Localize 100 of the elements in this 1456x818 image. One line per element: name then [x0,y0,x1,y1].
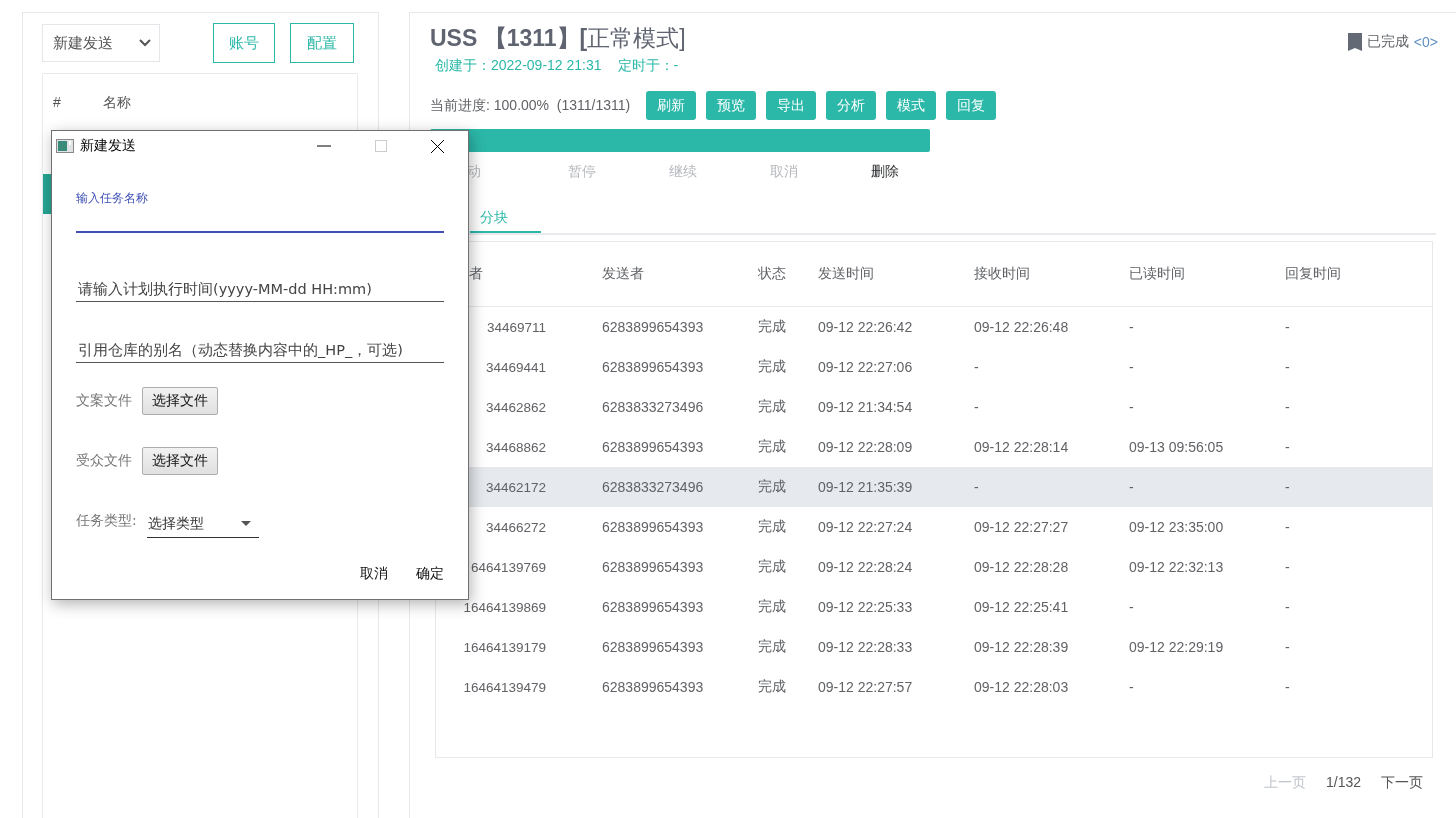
table-cell-text: 完成 [758,558,787,576]
table-cell-text: 09-12 22:28:14 [974,439,1070,455]
column-header: 者 [469,265,483,283]
column-header: # [53,94,62,112]
table-cell-text: 6283899654393 [602,439,705,455]
table-cell-text: 6283899654393 [602,319,705,335]
table-cell: 34469711 [486,319,546,335]
dialog-button[interactable]: 取消 [352,561,396,587]
table-cell-text: - [1129,319,1135,335]
type-dropdown[interactable]: 选择类型 [146,510,259,538]
table-cell: 16464139869 [463,599,546,615]
table-cell-text: 6283899654393 [602,599,705,615]
table-cell-text: 6283899654393 [602,359,705,375]
table-cell: 34468862 [485,439,546,455]
scheduled-time: 定时于：- [617,57,679,75]
table-cell: 34462862 [485,399,546,415]
table-cell-text: 09-12 21:35:39 [818,479,914,495]
table-cell: 34462172 [485,479,546,495]
table-row[interactable]: 16464139179 6283899654393 完成 09-12 22:28:33 09-12 22:28:39 09-12 22:29:19 - [436,627,1432,667]
table-cell: 34466272 [485,519,546,535]
chevron-down-icon [139,39,151,47]
table-cell-text: 完成 [758,398,787,416]
table-cell-text: 完成 [758,358,787,376]
choose-file-button[interactable]: 选择文件 [142,447,218,475]
table-cell-text: 09-12 22:27:57 [818,679,914,695]
table-cell-text: - [1285,679,1291,695]
field-label: 文案文件 [76,392,132,410]
action-link[interactable]: 删除 [871,163,972,185]
task-title: USS 【1311】[正常模式] [430,24,686,53]
column-header: 回复时间 [1285,265,1342,283]
field-label: 受众文件 [76,452,132,470]
table-cell-text: - [974,359,980,375]
table-cell-text: 09-12 22:28:28 [974,559,1070,575]
field-label: 任务类型: [76,512,137,530]
table-cell-text: - [1285,479,1291,495]
progress-text: 当前进度: 100.00% (1311/1311) [430,96,631,115]
dropdown-caret-icon [240,521,251,526]
table-row[interactable]: 16464139479 6283899654393 完成 09-12 22:27:57 09-12 22:28:03 - - [436,667,1432,707]
table-cell-text: 09-12 22:28:39 [974,639,1070,655]
table-cell-text: - [1129,679,1135,695]
column-header: 发送者 [602,265,645,283]
table-cell-text: 09-12 23:35:00 [1129,519,1225,535]
table-cell-text: - [1285,639,1291,655]
window-title: 新建发送 [80,137,137,155]
table-cell-text: 09-12 22:25:33 [818,599,914,615]
table-cell-text: - [1129,599,1135,615]
table-row[interactable]: 16464139869 6283899654393 完成 09-12 22:25:33 09-12 22:25:41 - - [436,587,1432,627]
table-cell: 34469441 [485,359,546,375]
task-name-field[interactable]: 输入任务名称 [76,189,444,233]
table-cell-text: 完成 [758,598,787,616]
table-cell-text: 09-12 22:26:48 [974,319,1070,335]
table-cell-text: 6283899654393 [602,679,705,695]
text-field[interactable]: 请输入计划执行时间(yyyy-MM-dd HH:mm) [76,265,444,302]
table-cell-text: 09-12 22:28:33 [818,639,914,655]
type-select[interactable]: 新建发送 [42,24,160,62]
table-cell-text: - [1285,519,1291,535]
table-cell-text: 09-12 22:27:27 [974,519,1070,535]
table-cell-text: 完成 [758,638,787,656]
table-cell-text: - [1129,359,1135,375]
minimize-icon[interactable] [317,145,331,147]
page-indicator: 1/132 [1325,774,1361,792]
table-cell-text: 6283899654393 [602,519,705,535]
table-cell-text: 09-12 22:25:41 [974,599,1070,615]
bookmark-icon [1347,33,1362,51]
table-cell-text: - [1129,399,1135,415]
table-cell: 16464139179 [463,639,546,655]
table-cell-text: 09-12 22:29:19 [1129,639,1225,655]
table-cell-text: 6283833273496 [602,479,705,495]
column-header: 发送时间 [818,265,875,283]
table-cell-text: 09-12 22:28:03 [974,679,1070,695]
table-cell-text: - [1285,319,1291,335]
table-cell-text: - [1285,439,1291,455]
dialog-button[interactable]: 确定 [408,561,452,587]
text-field[interactable]: 引用仓库的别名（动态替换内容中的_HP_，可选) [76,326,444,363]
table-cell-text: - [974,479,980,495]
table-cell-text: 完成 [758,518,787,536]
table-cell: 16464139479 [463,679,546,695]
table-cell-text: 09-12 22:28:24 [818,559,914,575]
column-header: 已读时间 [1129,265,1186,283]
table-cell-text: - [1129,479,1135,495]
close-icon[interactable] [431,139,444,153]
table-cell: 6464139769 [470,559,546,575]
next-page-link[interactable]: 下一页 [1381,774,1423,792]
column-header: 接收时间 [974,265,1031,283]
choose-file-button[interactable]: 选择文件 [142,387,218,415]
table-cell-text: 完成 [758,318,787,336]
table-cell-text: 09-12 22:27:06 [818,359,914,375]
table-cell-text: 09-12 22:28:09 [818,439,914,455]
table-cell-text: 完成 [758,678,787,696]
completed-label[interactable]: 已完成 [1366,33,1409,51]
table-cell-text: - [1285,359,1291,375]
app-window-icon [56,139,74,153]
table-cell-text: 完成 [758,438,787,456]
table-cell-text: 6283833273496 [602,399,705,415]
table-cell-text: - [1285,559,1291,575]
created-date: 创建于：2022-09-12 21:31 [435,57,602,75]
selected-row-marker[interactable] [43,174,51,214]
table-cell-text: - [1285,399,1291,415]
table-cell-text: 09-12 22:26:42 [818,319,914,335]
table-cell-text: 6283899654393 [602,639,705,655]
